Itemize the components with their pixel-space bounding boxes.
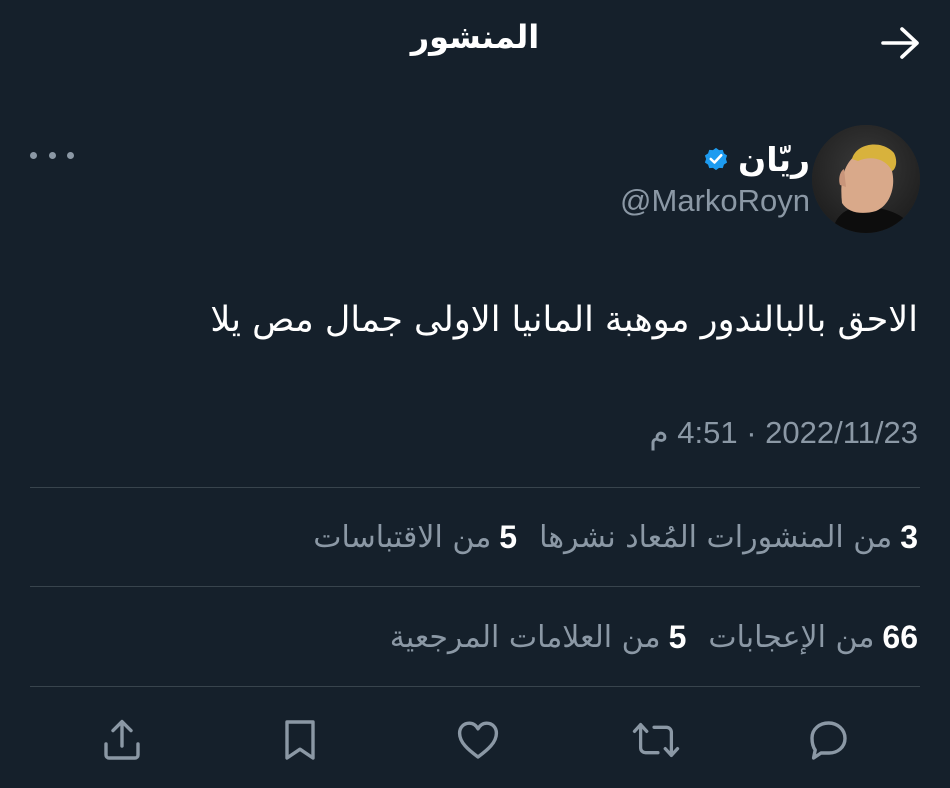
profile-photo bbox=[812, 125, 920, 233]
like-icon bbox=[457, 721, 499, 759]
retweets-stat[interactable]: 3 من المنشورات المُعاد نشرها bbox=[539, 519, 918, 556]
bookmark-icon bbox=[285, 720, 315, 760]
more-dot-icon bbox=[67, 151, 74, 159]
back-button[interactable] bbox=[878, 22, 924, 64]
retweet-button[interactable] bbox=[628, 712, 684, 768]
likes-label: من الإعجابات bbox=[708, 619, 875, 655]
divider bbox=[30, 487, 920, 488]
avatar[interactable] bbox=[812, 125, 920, 233]
tweet-timestamp[interactable]: 2022/11/23 · 4:51 م bbox=[649, 415, 918, 451]
bookmarks-label: من العلامات المرجعية bbox=[389, 619, 661, 655]
page-title: المنشور bbox=[410, 18, 540, 56]
top-bar: المنشور bbox=[0, 0, 950, 88]
author-name: ريّان bbox=[738, 139, 810, 179]
likes-count: 66 bbox=[882, 618, 918, 655]
action-bar bbox=[0, 712, 950, 768]
quotes-stat[interactable]: 5 من الاقتباسات bbox=[313, 519, 517, 556]
more-dot-icon bbox=[30, 151, 37, 159]
verified-badge-icon bbox=[702, 145, 730, 173]
reply-icon bbox=[810, 721, 847, 760]
arrow-right-icon bbox=[881, 27, 919, 59]
share-icon bbox=[104, 719, 140, 760]
reply-button[interactable] bbox=[800, 712, 856, 768]
bookmark-button[interactable] bbox=[272, 712, 328, 768]
stats-row-likes: 66 من الإعجابات 5 من العلامات المرجعية bbox=[390, 612, 918, 662]
author-name-row[interactable]: ريّان bbox=[702, 138, 810, 180]
like-button[interactable] bbox=[450, 712, 506, 768]
bookmarks-count: 5 bbox=[668, 618, 687, 655]
quotes-count: 5 bbox=[499, 518, 518, 555]
divider bbox=[30, 686, 920, 687]
stats-row-reposts: 3 من المنشورات المُعاد نشرها 5 من الاقتب… bbox=[313, 512, 918, 562]
quotes-label: من الاقتباسات bbox=[313, 519, 492, 555]
author-handle[interactable]: @MarkoRoyn bbox=[620, 183, 810, 219]
divider bbox=[30, 586, 920, 587]
likes-stat[interactable]: 66 من الإعجابات bbox=[708, 619, 918, 656]
retweets-label: من المنشورات المُعاد نشرها bbox=[539, 519, 893, 555]
share-button[interactable] bbox=[94, 712, 150, 768]
retweet-icon bbox=[632, 722, 680, 758]
retweets-count: 3 bbox=[900, 518, 918, 555]
more-options-button[interactable] bbox=[30, 140, 74, 170]
bookmarks-stat[interactable]: 5 من العلامات المرجعية bbox=[390, 619, 687, 656]
more-dot-icon bbox=[48, 151, 56, 159]
tweet-text: الاحق بالبالندور موهبة المانيا الاولى جم… bbox=[210, 300, 918, 340]
